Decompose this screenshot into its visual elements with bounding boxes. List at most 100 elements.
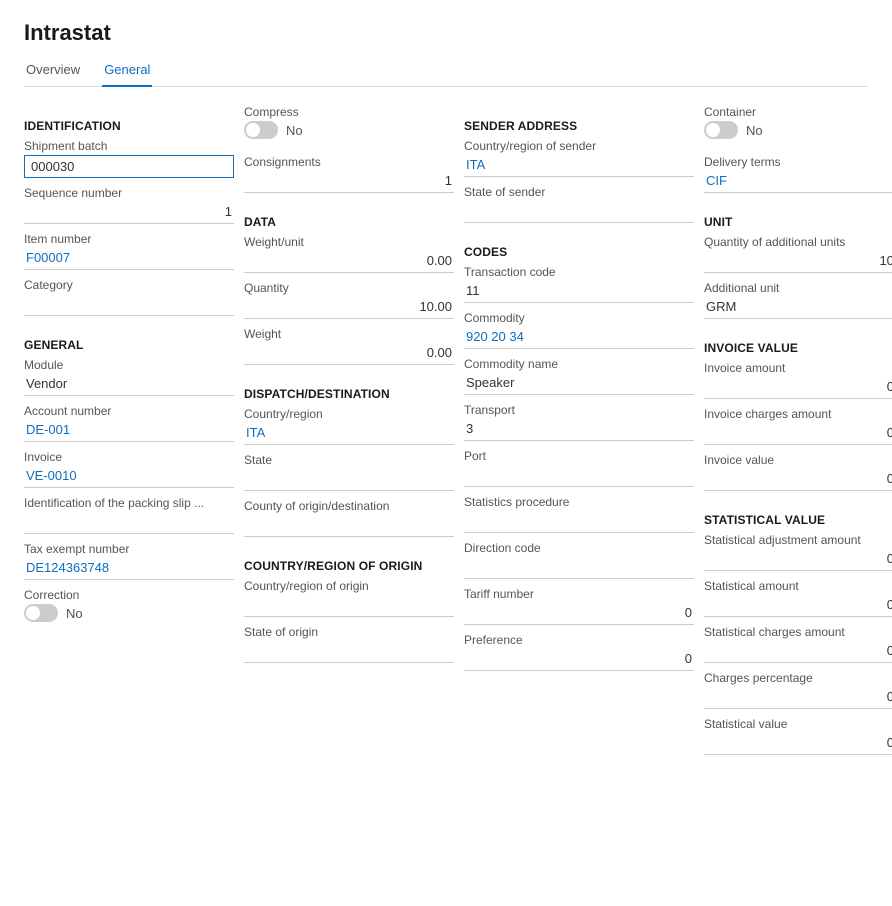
container-toggle-label: No <box>746 123 763 138</box>
transaction-code-value: 11 <box>464 281 694 303</box>
consignments-field: Consignments 1 <box>244 155 454 193</box>
packing-slip-label: Identification of the packing slip ... <box>24 496 234 510</box>
country-region-origin-value <box>244 595 454 617</box>
country-region-field: Country/region ITA <box>244 407 454 445</box>
additional-unit-field: Additional unit GRM <box>704 281 892 319</box>
module-value: Vendor <box>24 374 234 396</box>
account-number-field: Account number DE-001 <box>24 404 234 442</box>
invoice-value[interactable]: VE-0010 <box>24 466 234 488</box>
weight-unit-label: Weight/unit <box>244 235 454 249</box>
commodity-name-field: Commodity name Speaker <box>464 357 694 395</box>
transport-label: Transport <box>464 403 694 417</box>
country-region-value[interactable]: ITA <box>244 423 454 445</box>
invoice-value-field: Invoice value 0.00 <box>704 453 892 491</box>
tax-exempt-value[interactable]: DE124363748 <box>24 558 234 580</box>
invoice-value-label: Invoice value <box>704 453 892 467</box>
stat-adjustment-field: Statistical adjustment amount 0.00 <box>704 533 892 571</box>
container-label: Container <box>704 105 892 119</box>
sequence-number-label: Sequence number <box>24 186 234 200</box>
shipment-batch-label: Shipment batch <box>24 139 234 153</box>
compress-toggle[interactable] <box>244 121 278 139</box>
stat-charges-field: Statistical charges amount 0.00 <box>704 625 892 663</box>
qty-additional-field: Quantity of additional units 10.00 <box>704 235 892 273</box>
transport-value: 3 <box>464 419 694 441</box>
state-origin-label: State of origin <box>244 625 454 639</box>
state-sender-value <box>464 201 694 223</box>
general-title: GENERAL <box>24 338 234 352</box>
data-title: DATA <box>244 215 454 229</box>
correction-label: Correction <box>24 588 234 602</box>
transaction-code-label: Transaction code <box>464 265 694 279</box>
country-region-origin-title: COUNTRY/REGION OF ORIGIN <box>244 559 454 573</box>
packing-slip-value <box>24 512 234 534</box>
account-number-label: Account number <box>24 404 234 418</box>
category-label: Category <box>24 278 234 292</box>
column-3: SENDER ADDRESS Country/region of sender … <box>464 105 694 763</box>
shipment-batch-field: Shipment batch 000030 <box>24 139 234 178</box>
statistics-procedure-value <box>464 511 694 533</box>
dispatch-title: DISPATCH/DESTINATION <box>244 387 454 401</box>
item-number-value[interactable]: F00007 <box>24 248 234 270</box>
sequence-number-field: Sequence number 1 <box>24 186 234 224</box>
correction-toggle[interactable] <box>24 604 58 622</box>
statistical-value-value: 0.00 <box>704 733 892 755</box>
stat-amount-field: Statistical amount 0.00 <box>704 579 892 617</box>
statistics-procedure-field: Statistics procedure <box>464 495 694 533</box>
tab-general[interactable]: General <box>102 56 152 87</box>
country-sender-label: Country/region of sender <box>464 139 694 153</box>
quantity-field: Quantity 10.00 <box>244 281 454 319</box>
consignments-label: Consignments <box>244 155 454 169</box>
stat-charges-label: Statistical charges amount <box>704 625 892 639</box>
charges-percentage-label: Charges percentage <box>704 671 892 685</box>
country-region-label: Country/region <box>244 407 454 421</box>
invoice-amount-label: Invoice amount <box>704 361 892 375</box>
commodity-value[interactable]: 920 20 34 <box>464 327 694 349</box>
state-sender-label: State of sender <box>464 185 694 199</box>
main-content: IDENTIFICATION Shipment batch 000030 Seq… <box>24 105 868 763</box>
direction-code-label: Direction code <box>464 541 694 555</box>
stat-amount-value: 0.00 <box>704 595 892 617</box>
charges-percentage-value: 0.00 <box>704 687 892 709</box>
invoice-charges-field: Invoice charges amount 0.00 <box>704 407 892 445</box>
statistical-value-field: Statistical value 0.00 <box>704 717 892 755</box>
statistical-value-label: Statistical value <box>704 717 892 731</box>
container-toggle[interactable] <box>704 121 738 139</box>
container-toggle-knob <box>706 123 720 137</box>
compress-field: Compress No <box>244 105 454 147</box>
module-field: Module Vendor <box>24 358 234 396</box>
column-4: Container No Delivery terms CIF UNIT Qua… <box>704 105 892 763</box>
state-sender-field: State of sender <box>464 185 694 223</box>
country-sender-field: Country/region of sender ITA <box>464 139 694 177</box>
delivery-terms-value[interactable]: CIF <box>704 171 892 193</box>
category-field: Category <box>24 278 234 316</box>
state-value <box>244 469 454 491</box>
country-sender-value[interactable]: ITA <box>464 155 694 177</box>
statistical-value-title: STATISTICAL VALUE <box>704 513 892 527</box>
column-1: IDENTIFICATION Shipment batch 000030 Seq… <box>24 105 234 763</box>
port-value <box>464 465 694 487</box>
category-value <box>24 294 234 316</box>
account-number-value[interactable]: DE-001 <box>24 420 234 442</box>
invoice-label: Invoice <box>24 450 234 464</box>
port-field: Port <box>464 449 694 487</box>
qty-additional-label: Quantity of additional units <box>704 235 892 249</box>
tax-exempt-field: Tax exempt number DE124363748 <box>24 542 234 580</box>
state-origin-value <box>244 641 454 663</box>
quantity-label: Quantity <box>244 281 454 295</box>
tab-overview[interactable]: Overview <box>24 56 82 87</box>
invoice-charges-value: 0.00 <box>704 423 892 445</box>
qty-additional-value: 10.00 <box>704 251 892 273</box>
invoice-amount-value: 0.00 <box>704 377 892 399</box>
charges-percentage-field: Charges percentage 0.00 <box>704 671 892 709</box>
stat-charges-value: 0.00 <box>704 641 892 663</box>
country-region-origin-label: Country/region of origin <box>244 579 454 593</box>
weight-unit-field: Weight/unit 0.00 <box>244 235 454 273</box>
statistics-procedure-label: Statistics procedure <box>464 495 694 509</box>
county-label: County of origin/destination <box>244 499 454 513</box>
direction-code-field: Direction code <box>464 541 694 579</box>
correction-toggle-knob <box>26 606 40 620</box>
commodity-name-value: Speaker <box>464 373 694 395</box>
page-title: Intrastat <box>24 20 868 46</box>
shipment-batch-value[interactable]: 000030 <box>24 155 234 178</box>
packing-slip-field: Identification of the packing slip ... <box>24 496 234 534</box>
